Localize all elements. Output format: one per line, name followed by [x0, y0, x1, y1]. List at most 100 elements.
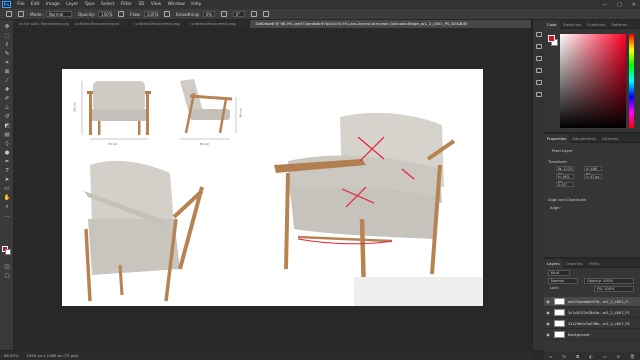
tab-layers[interactable]: Layers [544, 258, 563, 268]
x-field[interactable]: X: 486 px [584, 166, 602, 176]
tab-properties[interactable]: Properties [544, 133, 570, 143]
angle-field[interactable]: 0.00° [556, 182, 574, 187]
document-tab-active[interactable]: 1b60dbe8 @ 66.9% (ae374aeab8c97b0e2c5c79… [250, 20, 532, 28]
pressure-opacity-icon[interactable] [118, 11, 125, 17]
fill-field[interactable]: Fill: 100% [594, 286, 634, 292]
menu-select[interactable]: Select [98, 2, 118, 7]
opacity-field[interactable]: 100% [98, 11, 112, 17]
tab-libraries[interactable]: Libraries [599, 134, 621, 143]
zoom-tool-icon[interactable]: ⌕ [4, 204, 11, 210]
hand-tool-icon[interactable]: ✋ [4, 195, 11, 201]
symmetry-icon[interactable] [262, 11, 269, 17]
visibility-eye-icon[interactable]: ◉ [544, 321, 552, 326]
history-icon[interactable] [536, 32, 542, 37]
eraser-tool-icon[interactable]: ◩ [4, 123, 11, 129]
move-tool-icon[interactable]: ✥ [4, 24, 11, 30]
marquee-tool-icon[interactable]: ⬚ [4, 33, 11, 39]
pressure-size-icon[interactable] [250, 11, 257, 17]
layer-filter-select[interactable]: Kind [548, 270, 570, 276]
quick-select-tool-icon[interactable]: ✎ [4, 51, 11, 57]
menu-layer[interactable]: Layer [63, 2, 82, 7]
menu-file[interactable]: File [14, 2, 28, 7]
brush-preset-icon[interactable] [18, 11, 24, 17]
history-brush-tool-icon[interactable]: ↺ [4, 114, 11, 120]
screen-mode-icon[interactable]: ▢ [4, 273, 11, 279]
menu-image[interactable]: Image [43, 2, 63, 7]
visibility-eye-icon[interactable]: ◉ [544, 299, 552, 304]
tab-adjustments[interactable]: Adjustments [569, 134, 599, 143]
saturation-brightness-field[interactable] [560, 34, 626, 128]
layer-row[interactable]: ◉ ae374aeab8c97b...ar1_2_LB01_P... [544, 297, 640, 307]
layer-row[interactable]: ◉ 31c29b0c5a038e...ar1_2_LB07_PS [544, 319, 640, 329]
flow-field[interactable]: 100% [143, 11, 158, 17]
tab-swatches[interactable]: Swatches [560, 20, 584, 29]
link-icon[interactable]: ∞ [549, 354, 552, 359]
blur-tool-icon[interactable]: ◊ [4, 141, 11, 147]
crop-tool-icon[interactable]: ⌗ [4, 60, 11, 66]
panel-foreground-swatch[interactable] [548, 35, 555, 42]
width-field[interactable]: W: 1235 px [556, 166, 574, 176]
menu-filter[interactable]: Filter [118, 2, 135, 7]
frame-tool-icon[interactable]: ⊠ [4, 69, 11, 75]
smoothing-settings-icon[interactable] [220, 11, 227, 17]
airbrush-icon[interactable] [163, 11, 170, 17]
document-tab[interactable]: cs for sofa, Recovered.png [14, 20, 70, 28]
tab-channels[interactable]: Channels [563, 259, 587, 268]
folder-icon[interactable]: ▭ [603, 354, 607, 359]
more-tools-icon[interactable]: … [4, 213, 11, 219]
background-color-swatch[interactable] [5, 249, 11, 255]
dodge-tool-icon[interactable]: ● [4, 150, 11, 156]
pen-tool-icon[interactable]: ✒ [4, 159, 11, 165]
document-canvas[interactable]: 70 cm 80 cm 68 cm 68 cm [62, 69, 483, 306]
glyphs-icon[interactable] [536, 92, 542, 97]
document-tab[interactable]: untitled-Recovered.psd [70, 20, 130, 28]
menu-help[interactable]: Help [188, 2, 204, 7]
layer-row[interactable]: ◉ Background [544, 330, 640, 340]
healing-tool-icon[interactable]: ✚ [4, 87, 11, 93]
adjustment-icon[interactable]: ◐ [589, 354, 593, 359]
tab-gradients[interactable]: Gradients [584, 20, 609, 29]
menu-3d[interactable]: 3D [135, 2, 148, 7]
visibility-eye-icon[interactable]: ◉ [544, 310, 552, 315]
tab-paths[interactable]: Paths [586, 259, 602, 268]
eyedropper-tool-icon[interactable]: ⁄ [4, 78, 11, 84]
menu-window[interactable]: Window [164, 2, 188, 7]
height-field[interactable]: H: 695 px [556, 174, 574, 184]
menu-edit[interactable]: Edit [28, 2, 43, 7]
mode-select[interactable]: Normal [45, 11, 72, 17]
lasso-tool-icon[interactable]: ℓ [4, 42, 11, 48]
path-select-tool-icon[interactable]: ➤ [4, 177, 11, 183]
new-layer-icon[interactable]: ⊞ [616, 354, 619, 359]
canvas-area[interactable]: 70 cm 80 cm 68 cm 68 cm [14, 28, 532, 350]
type-tool-icon[interactable]: T [4, 168, 11, 174]
trash-icon[interactable]: 🗑 [630, 354, 635, 359]
smoothing-field[interactable]: 0% [202, 11, 215, 17]
info-icon[interactable] [536, 56, 542, 61]
home-icon[interactable] [6, 11, 12, 17]
menu-view[interactable]: View [148, 2, 165, 7]
brush-settings-icon[interactable] [536, 44, 542, 49]
close-icon[interactable]: ✕ [632, 2, 636, 8]
hue-slider[interactable] [629, 34, 634, 128]
visibility-eye-icon[interactable]: ◉ [544, 332, 552, 337]
minimize-icon[interactable]: — [602, 2, 607, 8]
mask-icon[interactable]: ◘ [576, 354, 579, 359]
layer-opacity-field[interactable]: Opacity: 100% [584, 278, 634, 284]
stamp-tool-icon[interactable]: ⊥ [4, 105, 11, 111]
layer-row[interactable]: ◉ 3c1c8102e28b3e...ar1_2_LB01_P1 [544, 308, 640, 318]
document-tab[interactable]: untitled-Recovered.png [130, 20, 186, 28]
fx-icon[interactable]: fx [562, 354, 566, 359]
tab-color[interactable]: Color [544, 19, 560, 29]
character-icon[interactable] [536, 68, 542, 73]
blend-mode-select[interactable]: Normal [548, 278, 578, 284]
quick-mask-icon[interactable]: ◫ [4, 264, 11, 270]
document-tab[interactable]: untitled-Recovered.png [186, 20, 250, 28]
y-field[interactable]: Y: 47 px [584, 174, 602, 179]
menu-type[interactable]: Type [81, 2, 97, 7]
angle-field[interactable]: 0° [232, 11, 245, 17]
brush-tool-icon[interactable]: ✐ [4, 96, 11, 102]
maximize-icon[interactable]: □ [617, 2, 622, 8]
paragraph-icon[interactable] [536, 80, 542, 85]
zoom-readout[interactable]: 66.92% [4, 351, 18, 360]
rectangle-tool-icon[interactable]: ▭ [4, 186, 11, 192]
